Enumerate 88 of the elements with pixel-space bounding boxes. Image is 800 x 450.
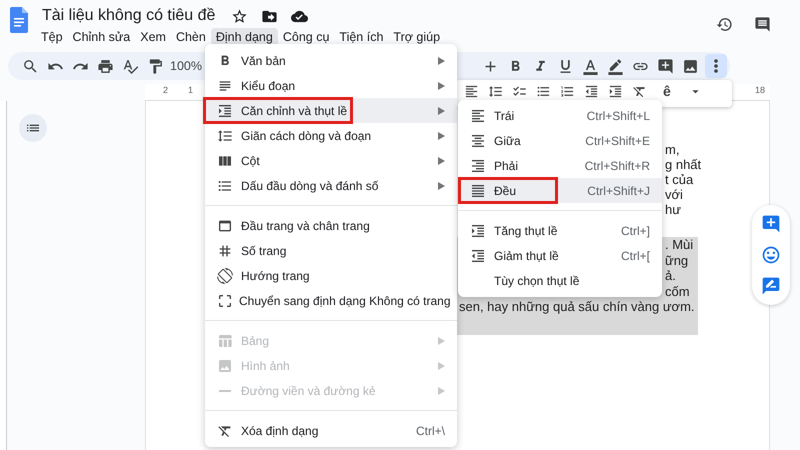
hash-icon	[217, 242, 233, 258]
menu-item[interactable]: Giãn cách dòng và đoạn	[205, 123, 457, 148]
spellcheck-icon[interactable]	[122, 58, 138, 74]
line-spacing-icon	[217, 128, 233, 144]
image-icon	[217, 358, 233, 374]
menu-item[interactable]: Trợ giúp	[388, 28, 446, 46]
header-footer-icon	[217, 218, 233, 234]
star-icon[interactable]	[230, 8, 248, 24]
ruler-number: 1	[188, 85, 194, 95]
search-icon[interactable]	[22, 58, 38, 74]
menu-item[interactable]: Xóa định dạng Ctrl+\	[205, 418, 457, 443]
menu-item[interactable]: Chuyển sang định dạng Không có trang	[205, 288, 457, 313]
menu-item[interactable]: Chỉnh sửa	[68, 28, 136, 46]
document-text: ả.	[665, 268, 676, 284]
align-left-icon[interactable]	[464, 84, 478, 98]
menu-item[interactable]: Căn chỉnh và thụt lề	[205, 98, 457, 123]
submenu-arrow-icon	[438, 56, 445, 64]
outline-button[interactable]	[19, 114, 47, 142]
menu-item[interactable]: Tùy chọn thụt lề	[458, 268, 662, 293]
indent-decrease-icon[interactable]	[584, 84, 598, 98]
menu-item[interactable]: Đều Ctrl+Shift+J	[458, 178, 662, 203]
menu-item[interactable]: Trái Ctrl+Shift+L	[458, 103, 662, 128]
menu-item[interactable]: Công cụ	[278, 28, 334, 46]
document-title[interactable]: Tài liệu không có tiêu đề	[42, 7, 216, 25]
document-text: ững	[665, 252, 688, 268]
menu-item[interactable]: Cột	[205, 148, 457, 173]
menu-item[interactable]: Tăng thụt lề Ctrl+]	[458, 218, 662, 243]
document-text: với	[665, 187, 683, 202]
menu-item[interactable]: Tiện ích	[334, 28, 388, 46]
submenu-arrow-icon	[438, 82, 445, 90]
indent-increase-icon	[470, 222, 486, 238]
suggest-edit-icon[interactable]	[761, 276, 781, 296]
document-text: . Mùi	[665, 237, 694, 252]
emoji-icon[interactable]	[761, 245, 781, 265]
menu-item[interactable]: Giảm thụt lề Ctrl+[	[458, 243, 662, 268]
menu-item[interactable]: Văn bản	[205, 48, 457, 73]
ruler-number: 2	[163, 85, 168, 95]
submenu-arrow-icon	[438, 156, 445, 164]
rotate-icon	[217, 268, 233, 284]
indent-decrease-icon	[470, 248, 486, 264]
input-tools-button[interactable]: ê	[663, 83, 679, 99]
table-icon	[217, 332, 233, 348]
menu-item[interactable]: Phải Ctrl+Shift+R	[458, 153, 662, 178]
menu-item[interactable]: Giữa Ctrl+Shift+E	[458, 128, 662, 153]
document-text: sen, hay những quả sấu chín vàng ươm.	[459, 299, 695, 314]
zoom-level[interactable]: 100%	[170, 59, 202, 73]
document-text: m,	[665, 142, 680, 157]
menu-item[interactable]: Đầu trang và chân trang	[205, 213, 457, 238]
document-text: g nhất	[665, 157, 702, 172]
dash-icon	[219, 390, 231, 392]
align-left-icon	[470, 108, 486, 124]
menu-item[interactable]: Số trang	[205, 238, 457, 263]
frame-icon	[217, 292, 233, 308]
ruler-number: 18	[755, 85, 766, 95]
more-icon	[714, 59, 718, 73]
docs-logo[interactable]	[10, 7, 28, 33]
submenu-arrow-icon	[438, 362, 445, 370]
menu-item[interactable]: Tệp	[36, 28, 68, 46]
align-center-icon	[470, 132, 486, 148]
history-icon[interactable]	[716, 16, 732, 32]
align-right-icon	[470, 158, 486, 174]
submenu-arrow-icon	[438, 336, 445, 344]
line-spacing-icon[interactable]	[488, 84, 502, 98]
submenu-arrow-icon	[438, 106, 445, 114]
menu-item[interactable]: Hướng trang	[205, 263, 457, 288]
menu-item[interactable]: Xem	[135, 28, 171, 46]
submenu-arrow-icon	[438, 132, 445, 140]
checklist-icon[interactable]	[512, 84, 526, 98]
menu-item[interactable]: Kiểu đoạn	[205, 73, 457, 98]
document-text: cốm	[665, 284, 690, 299]
add-comment-icon[interactable]	[761, 214, 781, 234]
text-color-icon[interactable]	[582, 58, 598, 74]
submenu-arrow-icon	[438, 386, 445, 394]
menu-item[interactable]: Dấu đầu dòng và đánh số	[205, 173, 457, 198]
print-icon[interactable]	[96, 58, 114, 74]
indent-increase-icon[interactable]	[608, 84, 622, 98]
document-text: hư	[665, 202, 681, 217]
document-text: t của	[665, 172, 694, 187]
pencil-icon[interactable]	[606, 58, 624, 74]
align-justify-icon	[470, 182, 486, 198]
numbered-list-icon[interactable]	[560, 84, 574, 98]
menu-item[interactable]: Chèn	[170, 28, 211, 46]
comment-icon[interactable]	[754, 16, 770, 32]
add-comment-icon[interactable]	[656, 58, 674, 74]
more-button[interactable]	[705, 54, 727, 78]
submenu-arrow-icon	[438, 182, 445, 190]
image-icon[interactable]	[682, 58, 698, 74]
indent-icon	[217, 102, 233, 118]
